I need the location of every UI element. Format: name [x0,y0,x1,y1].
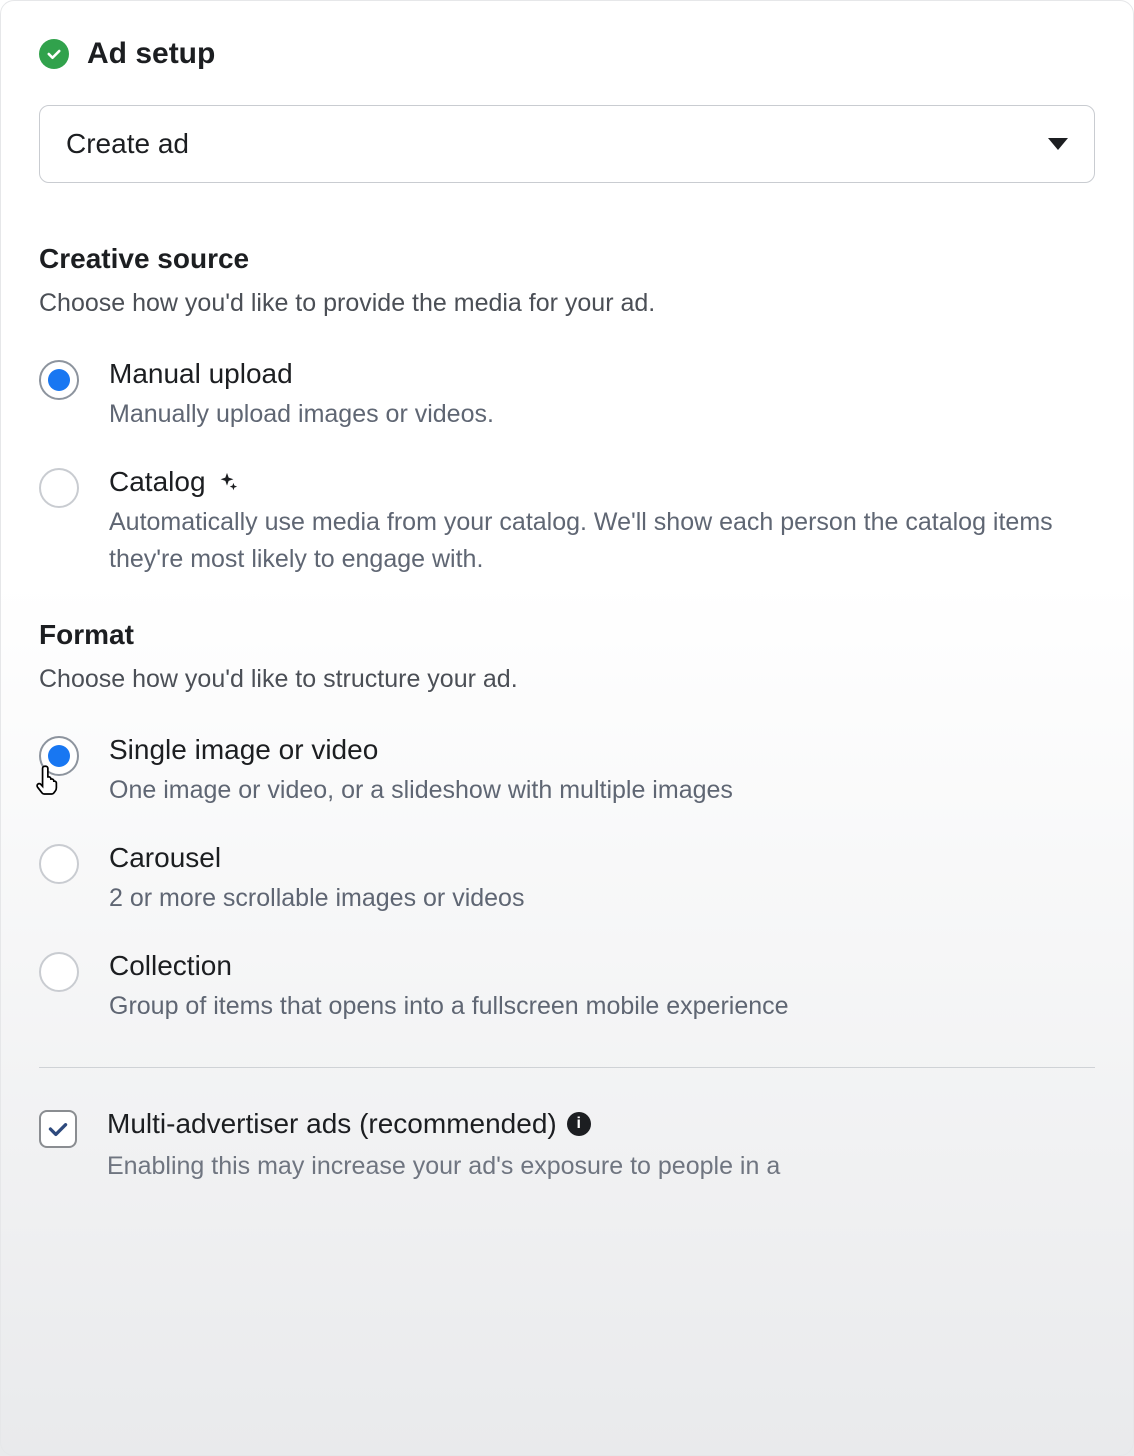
radio-description: 2 or more scrollable images or videos [109,880,1095,916]
caret-down-icon [1048,138,1068,150]
checkbox-indicator [39,1110,77,1148]
checkmark-icon [39,39,69,69]
radio-description: Manually upload images or videos. [109,396,1095,432]
radio-indicator [39,360,79,400]
radio-indicator [39,844,79,884]
format-radio-group: Single image or video One image or video… [39,734,1095,1025]
panel-title: Ad setup [87,37,215,71]
radio-description: One image or video, or a slideshow with … [109,772,1095,808]
format-subheading: Choose how you'd like to structure your … [39,665,1095,694]
panel-header: Ad setup [39,37,1095,71]
radio-catalog[interactable]: Catalog Automatically use media from you… [39,466,1095,577]
divider [39,1067,1095,1068]
radio-single-image-video[interactable]: Single image or video One image or video… [39,734,1095,808]
radio-label: Manual upload [109,358,1095,390]
checkbox-description: Enabling this may increase your ad's exp… [107,1148,1095,1184]
radio-label: Collection [109,950,1095,982]
checkbox-label: Multi-advertiser ads (recommended) i [107,1108,1095,1140]
radio-label: Catalog [109,466,1095,498]
multi-advertiser-checkbox-row[interactable]: Multi-advertiser ads (recommended) i Ena… [39,1108,1095,1184]
creative-source-subheading: Choose how you'd like to provide the med… [39,289,1095,318]
creative-source-heading: Creative source [39,243,1095,275]
radio-indicator [39,736,79,776]
radio-manual-upload[interactable]: Manual upload Manually upload images or … [39,358,1095,432]
sparkle-icon [216,471,238,493]
ad-type-dropdown[interactable]: Create ad [39,105,1095,183]
radio-collection[interactable]: Collection Group of items that opens int… [39,950,1095,1024]
dropdown-selected-value: Create ad [66,128,189,160]
radio-indicator [39,468,79,508]
radio-carousel[interactable]: Carousel 2 or more scrollable images or … [39,842,1095,916]
creative-source-radio-group: Manual upload Manually upload images or … [39,358,1095,577]
radio-description: Group of items that opens into a fullscr… [109,988,1095,1024]
radio-description: Automatically use media from your catalo… [109,504,1095,577]
radio-label: Carousel [109,842,1095,874]
radio-label: Single image or video [109,734,1095,766]
radio-indicator [39,952,79,992]
format-heading: Format [39,619,1095,651]
info-icon[interactable]: i [567,1112,591,1136]
